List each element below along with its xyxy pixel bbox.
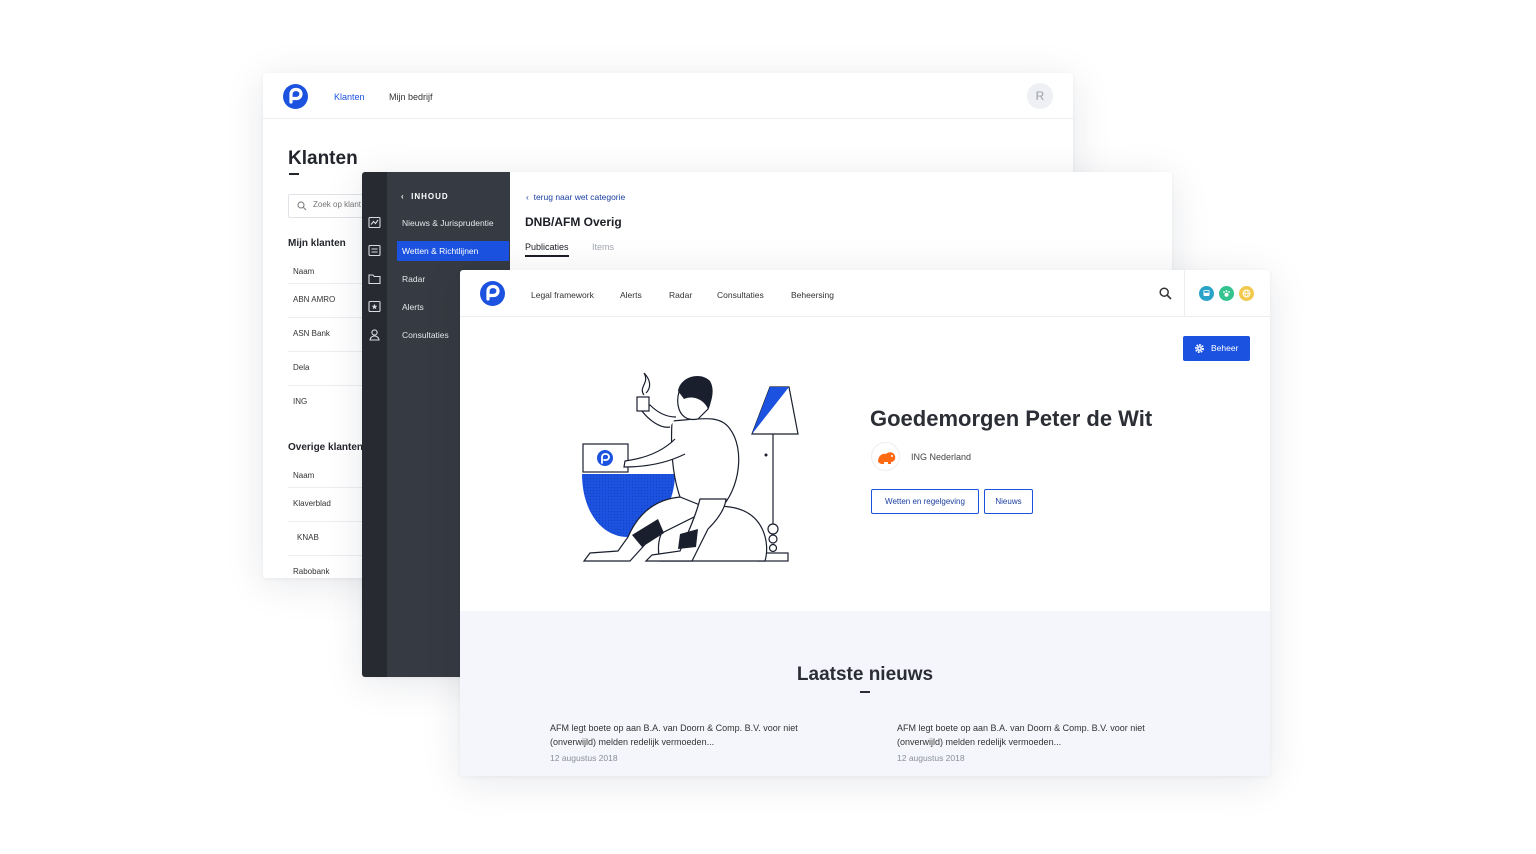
beheer-label: Beheer	[1211, 343, 1239, 353]
beheer-button[interactable]: Beheer	[1183, 336, 1250, 361]
nav-mijn-bedrijf[interactable]: Mijn bedrijf	[389, 92, 433, 102]
divider	[1184, 270, 1185, 317]
globe-icon[interactable]	[1239, 286, 1254, 301]
section-heading: Overige klanten	[288, 442, 364, 453]
page-title: Klanten	[288, 148, 358, 169]
wetten-button[interactable]: Wetten en regelgeving	[871, 489, 979, 514]
icon-rail	[362, 172, 387, 677]
heading-underline	[860, 691, 870, 693]
ing-lion-icon	[871, 442, 900, 471]
nav-legal-framework[interactable]: Legal framework	[531, 290, 594, 300]
sidebar-header[interactable]: ‹ INHOUD	[401, 192, 449, 201]
table-row[interactable]: Klaverblad	[288, 487, 363, 521]
klanten-topbar: Klanten Mijn bedrijf R	[263, 73, 1073, 119]
nav-consultaties[interactable]: Consultaties	[717, 290, 764, 300]
news-article-title[interactable]: AFM legt boete op aan B.A. van Doorn & C…	[897, 721, 1177, 749]
star-icon[interactable]	[368, 300, 381, 313]
news-article-title[interactable]: AFM legt boete op aan B.A. van Doorn & C…	[550, 721, 830, 749]
table-row[interactable]: ASN Bank	[288, 317, 363, 351]
sidebar-header-label: INHOUD	[411, 192, 449, 201]
news-section: Laatste nieuws AFM legt boete op aan B.A…	[460, 611, 1270, 776]
table-row[interactable]: ABN AMRO	[288, 283, 363, 317]
greeting: Goedemorgen Peter de Wit	[870, 406, 1153, 431]
back-link[interactable]: ‹ terug naar wet categorie	[526, 192, 625, 202]
sidebar-item-wetten[interactable]: Wetten & Richtlijnen	[397, 241, 509, 261]
bus-icon[interactable]	[1199, 286, 1214, 301]
main-window: Legal framework Alerts Radar Consultatie…	[460, 270, 1270, 776]
folder-icon[interactable]	[368, 272, 381, 285]
news-article-date: 12 augustus 2018	[897, 753, 965, 763]
user-icon[interactable]	[368, 328, 381, 341]
nav-klanten[interactable]: Klanten	[334, 92, 365, 102]
search-icon[interactable]	[1159, 287, 1172, 300]
nieuws-button[interactable]: Nieuws	[984, 489, 1033, 514]
news-article-date: 12 augustus 2018	[550, 753, 618, 763]
back-link-label: terug naar wet categorie	[533, 192, 626, 202]
nav-alerts[interactable]: Alerts	[620, 290, 642, 300]
gear-icon	[1194, 343, 1205, 354]
category-title: DNB/AFM Overig	[525, 215, 622, 229]
column-header: Naam	[293, 267, 315, 276]
sidebar-item-nieuws[interactable]: Nieuws & Jurisprudentie	[397, 213, 509, 233]
section-heading: Mijn klanten	[288, 238, 346, 249]
nav-beheersing[interactable]: Beheersing	[791, 290, 834, 300]
table-row[interactable]: Dela	[288, 351, 363, 385]
news-heading: Laatste nieuws	[796, 664, 934, 685]
tab-publicaties[interactable]: Publicaties	[525, 242, 569, 257]
app-logo[interactable]	[283, 84, 308, 109]
tab-items[interactable]: Items	[592, 242, 614, 252]
organisation-name: ING Nederland	[911, 452, 972, 462]
table-row[interactable]: Rabobank	[288, 555, 363, 578]
app-logo[interactable]	[480, 281, 505, 306]
avatar[interactable]: R	[1027, 83, 1053, 109]
table-row[interactable]: KNAB	[288, 521, 363, 555]
column-header: Naam	[293, 471, 315, 480]
paw-icon[interactable]	[1219, 286, 1234, 301]
person-illustration	[582, 372, 799, 562]
table-row[interactable]: ING	[288, 385, 363, 419]
main-topbar: Legal framework Alerts Radar Consultatie…	[460, 270, 1270, 317]
nav-radar[interactable]: Radar	[669, 290, 692, 300]
title-underline	[289, 173, 299, 175]
chevron-left-icon: ‹	[526, 192, 529, 202]
search-icon	[297, 201, 307, 211]
chart-icon[interactable]	[368, 216, 381, 229]
list-icon[interactable]	[368, 244, 381, 257]
